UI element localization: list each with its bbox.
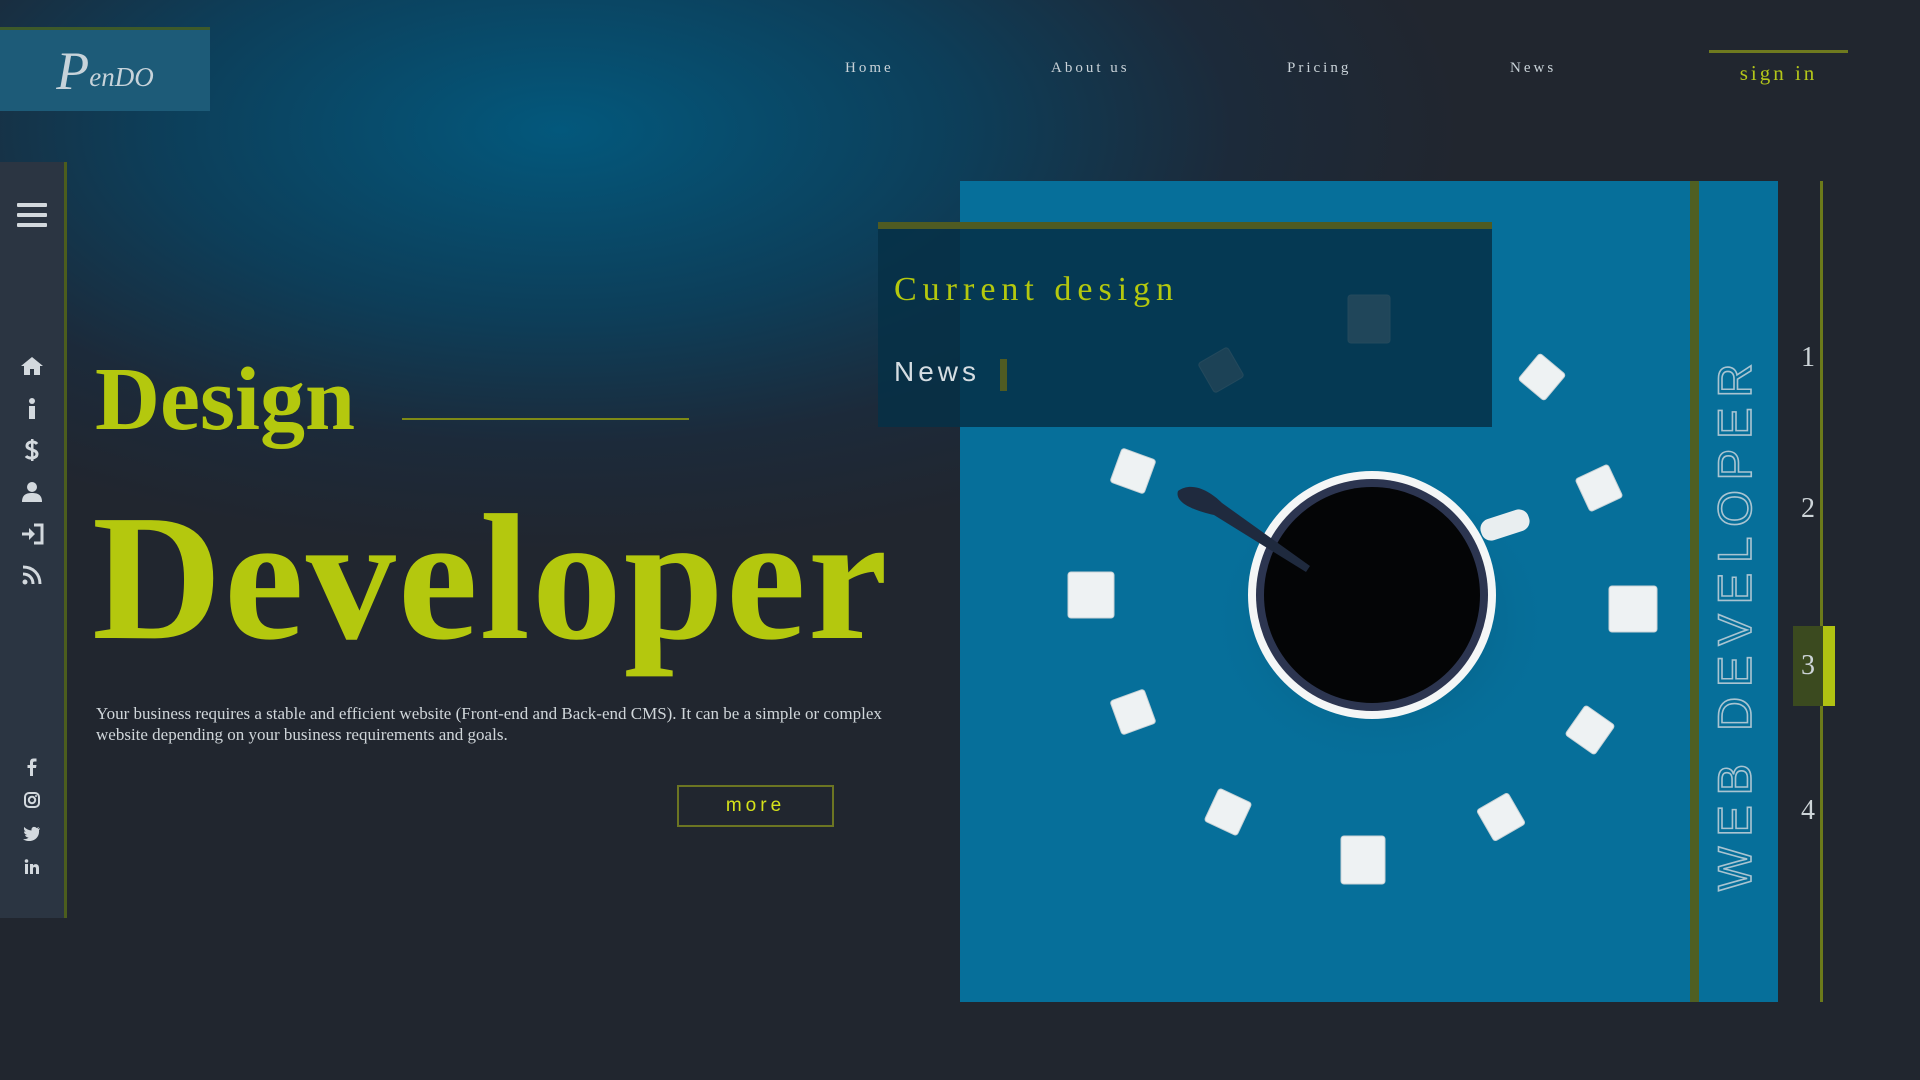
hamburger-menu-icon[interactable] — [0, 202, 64, 228]
linkedin-icon[interactable] — [0, 859, 64, 875]
dollar-icon[interactable] — [0, 438, 64, 462]
nav-home[interactable]: Home — [845, 60, 894, 77]
page-2[interactable]: 2 — [1793, 469, 1823, 549]
sign-in-button[interactable]: sign in — [1709, 50, 1848, 86]
hero-divider — [402, 418, 689, 420]
current-design-panel[interactable]: Current design News — [878, 222, 1492, 427]
info-icon[interactable] — [0, 398, 64, 420]
user-icon[interactable] — [0, 481, 64, 503]
panel-title: Current design — [894, 271, 1180, 308]
more-button[interactable]: more — [677, 785, 834, 827]
nav-news[interactable]: News — [1510, 60, 1556, 77]
home-icon[interactable] — [0, 356, 64, 376]
card-stripe — [1690, 181, 1699, 1002]
hero-description: Your business requires a stable and effi… — [96, 704, 882, 744]
panel-accent-bar — [1000, 359, 1007, 391]
instagram-icon[interactable] — [0, 792, 64, 808]
facebook-icon[interactable] — [0, 758, 64, 776]
vertical-title-text: WEB DEVELOPER — [1708, 354, 1761, 891]
page-1[interactable]: 1 — [1793, 318, 1823, 398]
twitter-icon[interactable] — [0, 826, 64, 841]
panel-news-link[interactable]: News — [894, 356, 980, 388]
page-4[interactable]: 4 — [1793, 771, 1823, 851]
page-3-active[interactable]: 3 — [1793, 626, 1835, 706]
logo-text: enDO — [89, 62, 154, 92]
logo[interactable]: P enDO — [0, 27, 210, 111]
vertical-title: WEB DEVELOPER — [1699, 181, 1778, 1002]
hero-title-big: Developer — [92, 478, 890, 677]
nav-about-us[interactable]: About us — [1051, 60, 1130, 77]
pager-track — [1820, 181, 1823, 1002]
rss-icon[interactable] — [0, 565, 64, 585]
sidebar — [0, 162, 67, 918]
hero-title-small: Design — [95, 350, 356, 449]
sign-in-icon[interactable] — [0, 523, 64, 545]
page-3-label: 3 — [1801, 650, 1815, 681]
logo-initial: P — [56, 40, 90, 101]
nav-pricing[interactable]: Pricing — [1287, 60, 1351, 77]
